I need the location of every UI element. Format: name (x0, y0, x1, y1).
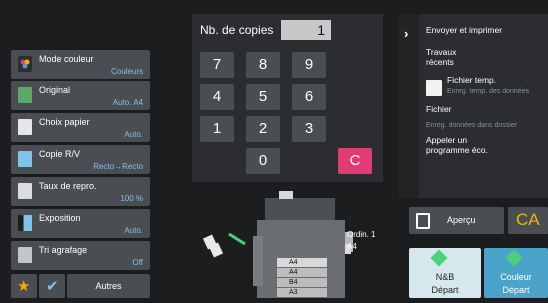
check-icon: ✔ (46, 278, 59, 295)
color-start-line2: Départ (502, 285, 530, 295)
color-start-icon (505, 249, 523, 267)
chevron-right-icon: › (404, 26, 409, 41)
ca-button[interactable]: CA (508, 207, 548, 234)
original-icon (18, 87, 32, 103)
machine-illustration: A4 A4 B4 A3 Ordin. 1 A4 (195, 186, 395, 298)
preview-icon (416, 213, 430, 229)
zoom-ratio-icon (18, 183, 32, 199)
bw-start-line2: Départ (431, 285, 459, 295)
key-5[interactable]: 5 (246, 84, 280, 110)
key-8[interactable]: 8 (246, 52, 280, 78)
setting-label: Mode couleur (39, 54, 94, 64)
key-0[interactable]: 0 (246, 148, 280, 174)
setting-value: Auto. (124, 130, 143, 139)
copies-label: Nb. de copies (200, 23, 274, 37)
bw-start-line1: N&B (435, 272, 455, 282)
tray-3-paper: B4 (289, 279, 298, 286)
settings-panel: Mode couleur Couleurs Original Auto. A4 … (0, 0, 152, 298)
key-2[interactable]: 2 (246, 116, 280, 142)
others-button[interactable]: Autres (67, 274, 150, 298)
key-1[interactable]: 1 (200, 116, 234, 142)
file-item[interactable]: Fichier (426, 104, 452, 114)
temp-file-checkbox[interactable] (426, 80, 442, 96)
setting-value: Couleurs (110, 67, 143, 76)
setting-sort-staple[interactable]: Tri agrafage Off (11, 241, 150, 270)
setting-value: Recto→Recto (93, 162, 143, 171)
copies-input[interactable]: 1 (281, 20, 331, 40)
duplex-icon (18, 151, 32, 167)
preview-label: Aperçu (447, 215, 476, 225)
check-settings-button[interactable]: ✔ (39, 274, 65, 298)
bw-start-button[interactable]: N&B Départ (409, 248, 481, 298)
sort-staple-icon (18, 247, 32, 263)
setting-color-mode[interactable]: Mode couleur Couleurs (11, 50, 150, 79)
bw-start-icon (430, 249, 448, 267)
tray-2-paper: A4 (289, 269, 298, 276)
setting-label: Tri agrafage (39, 245, 88, 255)
setting-label: Exposition (39, 213, 81, 223)
setting-label: Original (39, 85, 71, 95)
setting-label: Copie R/V (39, 149, 81, 159)
color-start-line1: Couleur (500, 272, 532, 282)
key-6[interactable]: 6 (292, 84, 326, 110)
setting-original[interactable]: Original Auto. A4 (11, 81, 150, 110)
setting-zoom-ratio[interactable]: Taux de repro. 100 % (11, 177, 150, 206)
output-paper-label: A4 (347, 242, 357, 251)
exposure-icon (18, 215, 32, 231)
setting-paper-select[interactable]: Choix papier Auto. (11, 113, 150, 142)
ca-label: CA (516, 210, 540, 229)
recent-jobs-item[interactable]: Travaux récents (426, 47, 456, 67)
right-panel: › Envoyer et imprimer Travaux récents Fi… (399, 14, 548, 198)
setting-value: Off (132, 258, 143, 267)
output-tray-label: Ordin. 1 (347, 230, 376, 239)
setting-value: Auto. A4 (112, 98, 143, 107)
setting-label: Taux de repro. (39, 181, 97, 191)
key-9[interactable]: 9 (292, 52, 326, 78)
setting-duplex[interactable]: Copie R/V Recto→Recto (11, 145, 150, 174)
favorites-button[interactable]: ★ (11, 274, 37, 298)
clear-key[interactable]: C (338, 148, 372, 174)
others-label: Autres (95, 281, 122, 291)
key-7[interactable]: 7 (200, 52, 234, 78)
color-mode-icon (18, 56, 32, 72)
temp-file-sub: Enreg. temp. des données (447, 88, 530, 95)
right-panel-toggle[interactable]: › (399, 14, 419, 198)
tray-1-paper: A4 (289, 259, 298, 266)
setting-exposure[interactable]: Exposition Auto. (11, 209, 150, 238)
setting-label: Choix papier (39, 117, 90, 127)
star-icon: ★ (17, 278, 31, 295)
color-start-button[interactable]: Couleur Départ (484, 248, 548, 298)
tray-4-paper: A3 (289, 289, 298, 296)
setting-value: Auto. (124, 226, 143, 235)
paper-select-icon (18, 119, 32, 135)
key-3[interactable]: 3 (292, 116, 326, 142)
send-print-item[interactable]: Envoyer et imprimer (426, 25, 502, 35)
file-sub: Enreg. données dans dossier (426, 122, 518, 129)
copies-keypad-panel: Nb. de copies 1 7 8 9 4 5 6 1 2 3 0 C (192, 14, 383, 182)
temp-file-label: Fichier temp. (447, 75, 497, 85)
copies-value: 1 (317, 22, 325, 38)
key-4[interactable]: 4 (200, 84, 234, 110)
setting-value: 100 % (120, 194, 143, 203)
eco-program-item[interactable]: Appeler un programme éco. (426, 135, 488, 155)
preview-button[interactable]: Aperçu (409, 207, 504, 234)
